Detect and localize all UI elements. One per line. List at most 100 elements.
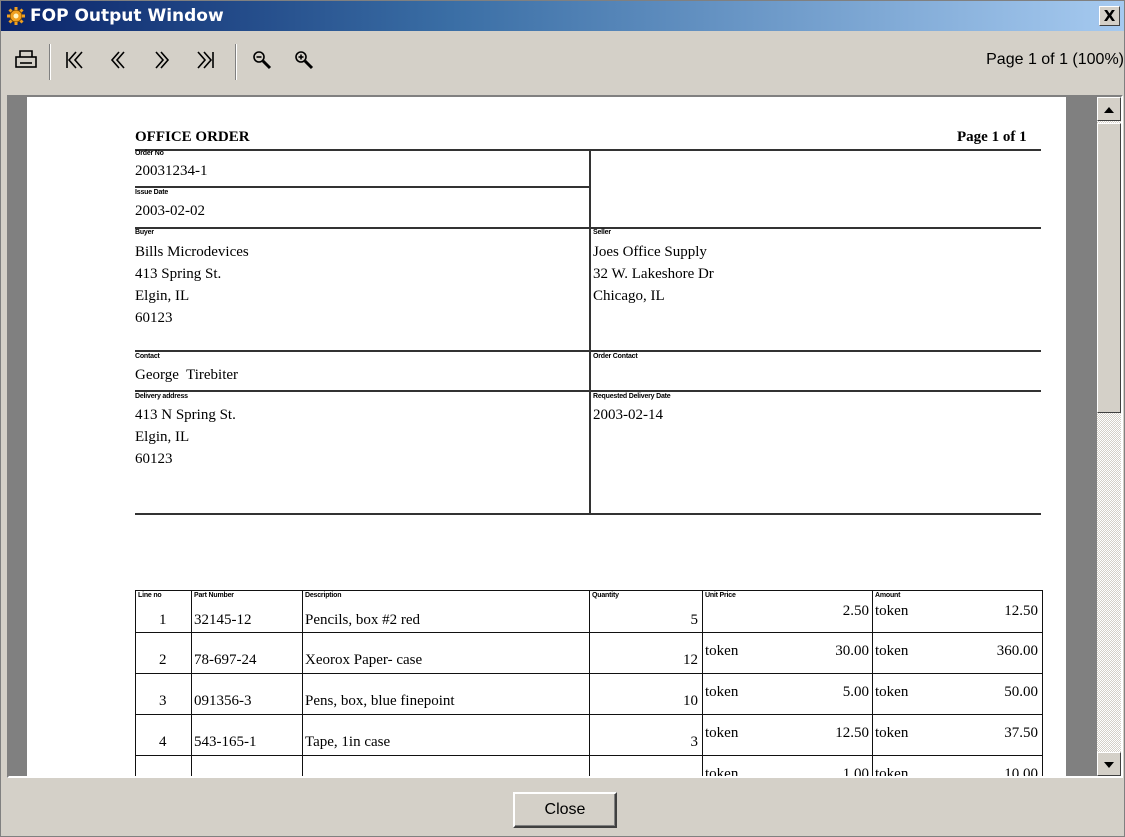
close-window-button[interactable]: X (1099, 6, 1120, 26)
buyer-line: 60123 (135, 310, 173, 326)
document-heading: OFFICE ORDER (135, 129, 250, 145)
title-bar[interactable]: FOP Output Window X (1, 1, 1124, 31)
print-button[interactable] (9, 45, 43, 79)
table-border (135, 714, 1043, 715)
table-border (135, 590, 136, 776)
table-cell-line: 2 (159, 652, 167, 668)
delivery-line: 413 N Spring St. (135, 407, 236, 423)
column-header: Unit Price (705, 592, 736, 599)
table-cell-line: 3 (159, 693, 167, 709)
issue-date-value: 2003-02-02 (135, 203, 205, 219)
table-border (135, 632, 1043, 633)
table-cell-quantity: 12 (683, 652, 698, 668)
previous-page-button[interactable] (101, 45, 135, 79)
column-header: Quantity (592, 592, 619, 599)
seller-label: Seller (593, 229, 611, 236)
last-page-icon (195, 49, 217, 76)
table-cell-description: Xeorox Paper- case (305, 652, 423, 668)
table-border (191, 590, 192, 776)
table-cell-line: 4 (159, 734, 167, 750)
table-cell-amount: 50.00 (1004, 684, 1038, 700)
scroll-up-button[interactable] (1097, 97, 1121, 121)
table-border (1042, 590, 1043, 776)
scroll-down-button[interactable] (1097, 752, 1121, 776)
table-cell-unit-price: 12.50 (835, 725, 869, 741)
table-cell-amount: 37.50 (1004, 725, 1038, 741)
table-cell-description: Pens, box, blue finepoint (305, 693, 455, 709)
table-cell-part: 091356-3 (194, 693, 252, 709)
zoom-out-button[interactable] (245, 45, 279, 79)
zoom-out-icon (251, 49, 273, 76)
table-cell-description: Pencils, box #2 red (305, 612, 420, 628)
rule (135, 186, 590, 188)
table-cell-part: 32145-12 (194, 612, 252, 628)
next-page-button[interactable] (145, 45, 179, 79)
zoom-in-icon (293, 49, 315, 76)
table-cell-unit-price: 1.00 (842, 766, 869, 778)
column-header: Amount (875, 592, 901, 599)
table-border (589, 590, 590, 776)
table-cell-unit-price: 30.00 (835, 643, 869, 659)
next-page-icon (151, 49, 173, 76)
table-cell-unit-price: 5.00 (842, 684, 869, 700)
table-cell-unit-currency: token (705, 643, 739, 659)
header-rule (135, 149, 1041, 151)
last-page-button[interactable] (189, 45, 223, 79)
document-viewer[interactable]: OFFICE ORDER Page 1 of 1 Order No 200312… (7, 95, 1123, 778)
delivery-address-label: Delivery address (135, 393, 188, 400)
dialog-footer: Close (1, 780, 1124, 836)
table-cell-amount-currency: token (875, 684, 909, 700)
table-cell-unit-price: 2.50 (842, 603, 869, 619)
table-cell-amount-currency: token (875, 725, 909, 741)
table-border (135, 590, 1043, 591)
table-border (302, 590, 303, 776)
previous-page-icon (107, 49, 129, 76)
table-border (872, 590, 873, 776)
table-cell-amount: 10.00 (1004, 766, 1038, 778)
rule (135, 390, 1041, 392)
table-cell-amount-currency: token (875, 603, 909, 619)
table-cell-amount: 12.50 (1004, 603, 1038, 619)
seller-line: Joes Office Supply (593, 244, 707, 260)
table-border (702, 590, 703, 776)
table-cell-part: 543-165-1 (194, 734, 257, 750)
buyer-line: Bills Microdevices (135, 244, 249, 260)
arrow-down-icon (1104, 755, 1114, 773)
table-cell-line: 1 (159, 612, 167, 628)
scrollbar-thumb[interactable] (1097, 123, 1121, 413)
first-page-button[interactable] (57, 45, 91, 79)
table-cell-amount: 360.00 (996, 643, 1038, 659)
order-contact-label: Order Contact (593, 353, 638, 360)
contact-value: George Tirebiter (135, 367, 239, 383)
table-cell-quantity: 10 (683, 693, 698, 709)
seller-line: Chicago, IL (593, 288, 665, 304)
table-border (135, 755, 1043, 756)
printer-icon (14, 49, 38, 76)
table-cell-quantity: 3 (690, 734, 699, 750)
gear-app-icon (5, 5, 27, 27)
toolbar-separator (235, 44, 237, 80)
document-page-number: Page 1 of 1 (957, 129, 1027, 145)
vertical-scrollbar[interactable] (1097, 97, 1121, 776)
page-indicator: Page 1 of 1 (100%) (986, 51, 1124, 68)
table-cell-unit-currency: token (705, 684, 739, 700)
column-header: Part Number (194, 592, 234, 599)
arrow-up-icon (1104, 100, 1114, 118)
requested-delivery-date-label: Requested Delivery Date (593, 393, 671, 400)
buyer-line: 413 Spring St. (135, 266, 222, 282)
toolbar: Page 1 of 1 (100%) (1, 31, 1124, 93)
table-cell-unit-currency: token (705, 725, 739, 741)
buyer-line: Elgin, IL (135, 288, 190, 304)
table-cell-amount-currency: token (875, 643, 909, 659)
close-button[interactable]: Close (513, 792, 617, 828)
document-page: OFFICE ORDER Page 1 of 1 Order No 200312… (27, 97, 1066, 778)
column-divider (589, 149, 591, 514)
zoom-in-button[interactable] (287, 45, 321, 79)
first-page-icon (63, 49, 85, 76)
rule (135, 513, 1041, 515)
rule (135, 350, 1041, 352)
toolbar-separator (49, 44, 51, 80)
order-no-value: 20031234-1 (135, 163, 208, 179)
table-cell-quantity: 5 (690, 612, 699, 628)
issue-date-label: Issue Date (135, 189, 169, 196)
